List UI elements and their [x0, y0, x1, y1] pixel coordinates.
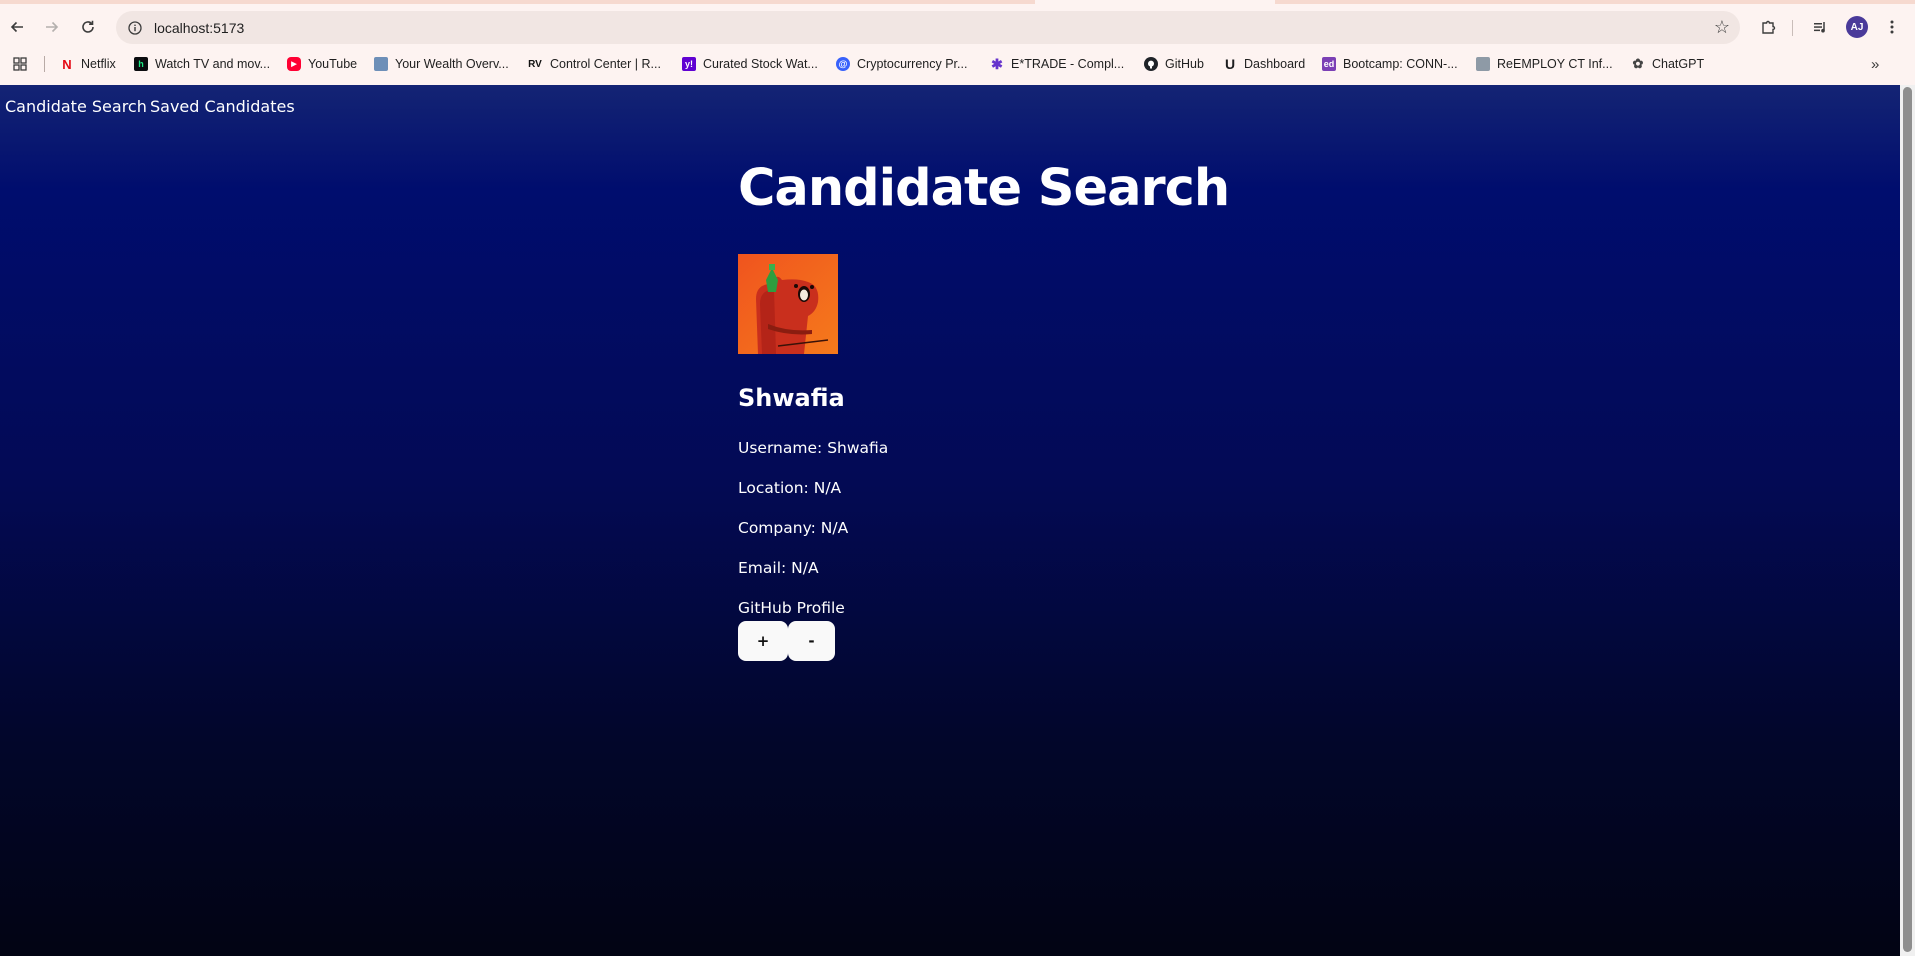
reemploy-icon	[1476, 57, 1490, 71]
more-bookmarks-icon[interactable]: »	[1871, 52, 1879, 76]
nav-candidate-search[interactable]: Candidate Search	[5, 97, 147, 116]
bookmark-curated-stock[interactable]: y! Curated Stock Wat...	[682, 52, 818, 76]
tab-strip	[0, 0, 1915, 4]
bookmark-label: ReEMPLOY CT Inf...	[1497, 57, 1613, 71]
active-tab-indicator	[1035, 0, 1275, 4]
detail-value: N/A	[820, 519, 849, 537]
udemy-icon: U	[1224, 56, 1236, 72]
hulu-icon: h	[134, 57, 148, 71]
bookmark-chatgpt[interactable]: ✿ ChatGPT	[1631, 52, 1705, 76]
profile-avatar[interactable]: AJ	[1846, 16, 1868, 38]
bookmark-label: Watch TV and mov...	[155, 57, 271, 71]
page-viewport: Candidate Search Saved Candidates Candid…	[0, 85, 1900, 956]
detail-label: Company:	[738, 519, 816, 537]
youtube-icon: ▶	[287, 57, 301, 71]
bookmark-label: Curated Stock Wat...	[703, 57, 818, 71]
bookmark-label: Control Center | R...	[550, 57, 661, 71]
detail-value: N/A	[791, 559, 819, 577]
bookmark-label: Netflix	[81, 57, 116, 71]
media-controls-icon[interactable]	[1804, 11, 1836, 43]
bookmark-youtube[interactable]: ▶ YouTube	[287, 52, 357, 76]
bookmarks-bar: N Netflix h Watch TV and mov... ▶ YouTub…	[0, 52, 1915, 76]
scrollbar-thumb[interactable]	[1903, 87, 1912, 952]
nav-saved-candidates[interactable]: Saved Candidates	[150, 97, 295, 116]
url-input[interactable]	[152, 16, 1656, 40]
bookmark-label: Dashboard	[1244, 57, 1306, 71]
bookmark-etrade[interactable]: ✱ E*TRADE - Compl...	[990, 52, 1124, 76]
github-icon	[1144, 57, 1158, 71]
add-candidate-button[interactable]: +	[738, 621, 788, 661]
bookmark-label: ChatGPT	[1652, 57, 1705, 71]
candidate-company: Company: N/A	[738, 518, 848, 538]
yahoo-icon: y!	[682, 57, 696, 71]
bookmark-hulu[interactable]: h Watch TV and mov...	[134, 52, 270, 76]
chrome-menu-icon[interactable]	[1876, 11, 1908, 43]
apps-icon[interactable]	[13, 52, 27, 76]
bookmark-github[interactable]: GitHub	[1144, 52, 1204, 76]
detail-label: Username:	[738, 439, 823, 457]
toolbar-divider	[1792, 20, 1793, 36]
bookmark-divider	[44, 56, 45, 72]
extensions-icon[interactable]	[1752, 11, 1784, 43]
edx-icon: ed	[1322, 57, 1336, 71]
detail-value: N/A	[813, 479, 842, 497]
back-icon[interactable]	[1, 11, 33, 43]
site-info-icon[interactable]	[124, 17, 146, 39]
etrade-icon: ✱	[991, 55, 1003, 72]
bookmark-label: E*TRADE - Compl...	[1011, 57, 1125, 71]
candidate-username: Username: Shwafia	[738, 438, 888, 458]
forward-icon[interactable]	[36, 11, 68, 43]
bookmark-label: Bootcamp: CONN-...	[1343, 57, 1458, 71]
sriracha-bear-avatar	[738, 254, 838, 354]
bookmark-star-icon[interactable]: ☆	[1714, 17, 1730, 37]
bookmark-label: GitHub	[1165, 57, 1204, 71]
candidate-name: Shwafia	[738, 384, 845, 412]
wealth-icon	[374, 57, 388, 71]
bookmark-cryptocurrency[interactable]: @ Cryptocurrency Pr...	[836, 52, 967, 76]
candidate-location: Location: N/A	[738, 478, 841, 498]
bookmark-dashboard[interactable]: U Dashboard	[1223, 52, 1305, 76]
chatgpt-icon: ✿	[1632, 56, 1644, 71]
page-scrollbar[interactable]	[1900, 85, 1915, 956]
bookmark-label: Your Wealth Overv...	[395, 57, 509, 71]
bookmark-control-center[interactable]: RV Control Center | R...	[527, 52, 661, 76]
browser-toolbar: ☆ AJ	[0, 8, 1915, 46]
detail-value: Shwafia	[827, 439, 889, 457]
detail-label: Email:	[738, 559, 787, 577]
netflix-icon: N	[62, 56, 72, 72]
bookmark-bootcamp[interactable]: ed Bootcamp: CONN-...	[1322, 52, 1458, 76]
candidate-email: Email: N/A	[738, 558, 819, 578]
detail-label: Location:	[738, 479, 809, 497]
bookmark-wealth-overview[interactable]: Your Wealth Overv...	[374, 52, 509, 76]
page-title: Candidate Search	[738, 159, 1230, 218]
coinmarketcap-icon: @	[836, 57, 850, 71]
address-bar[interactable]: ☆	[116, 11, 1740, 44]
bookmark-label: Cryptocurrency Pr...	[857, 57, 968, 71]
bookmark-netflix[interactable]: N Netflix	[60, 52, 116, 76]
browser-chrome: ☆ AJ N Netflix h Watch TV and mov... ▶ Y…	[0, 0, 1915, 85]
reload-icon[interactable]	[72, 11, 104, 43]
github-profile-link[interactable]: GitHub Profile	[738, 598, 845, 618]
reject-candidate-button[interactable]: -	[788, 621, 835, 661]
rv-icon: RV	[528, 58, 542, 70]
bookmark-reemploy[interactable]: ReEMPLOY CT Inf...	[1476, 52, 1613, 76]
bookmark-label: YouTube	[308, 57, 358, 71]
